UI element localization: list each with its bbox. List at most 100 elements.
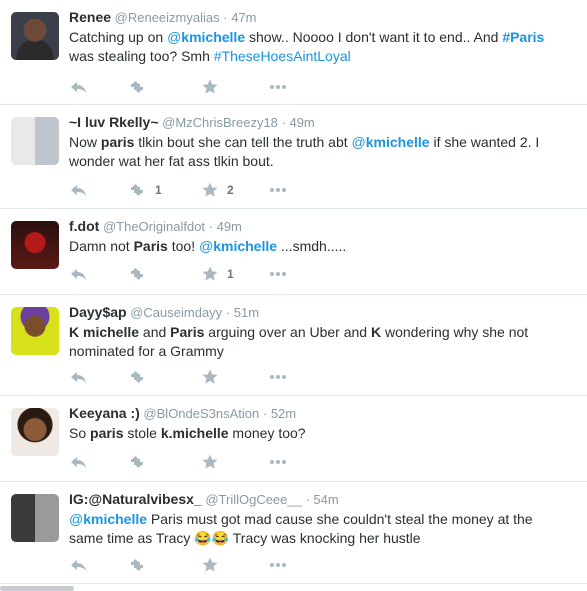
reply-icon: [71, 185, 86, 196]
favorite-button[interactable]: [201, 368, 227, 386]
mention-link[interactable]: @: [69, 511, 83, 527]
favorite-count: 2: [227, 183, 234, 197]
reply-icon: [71, 560, 86, 571]
text-segment: arguing over an Uber and: [204, 324, 371, 340]
reply-button[interactable]: [69, 78, 87, 96]
display-name[interactable]: f.dot: [69, 218, 99, 234]
retweet-button[interactable]: [127, 453, 155, 471]
tweet-header: Keeyana :) @BlOndeS3nsAtion · 52m: [69, 404, 567, 423]
search-term: k.michelle: [160, 425, 229, 441]
timestamp[interactable]: 47m: [231, 10, 256, 25]
separator-dot: ·: [277, 115, 290, 130]
retweet-button[interactable]: [127, 556, 155, 574]
tweet-text: So paris stole k.michelle money too?: [69, 424, 567, 443]
emoji-icon: 😂😂: [194, 530, 230, 546]
tweet-timeline: Renee @Reneeizmyalias · 47m Catching up o…: [0, 0, 587, 591]
more-icon: [270, 272, 286, 276]
more-button[interactable]: [269, 453, 287, 471]
display-name[interactable]: Renee: [69, 9, 111, 25]
more-button[interactable]: [269, 78, 287, 96]
separator-dot: ·: [219, 10, 232, 25]
avatar[interactable]: [11, 221, 59, 269]
favorite-button[interactable]: 2: [201, 181, 234, 199]
favorite-count: 1: [227, 267, 234, 281]
tweet-text: K michelle and Paris arguing over an Ube…: [69, 323, 567, 361]
mention-link[interactable]: @: [352, 134, 366, 150]
username[interactable]: @BlOndeS3nsAtion: [143, 406, 259, 421]
favorite-button[interactable]: [201, 78, 227, 96]
horizontal-scrollbar[interactable]: [0, 586, 74, 591]
star-icon: [202, 369, 218, 384]
star-icon: [202, 557, 218, 572]
more-icon: [270, 375, 286, 379]
hashtag-link[interactable]: #Paris: [502, 29, 544, 45]
separator-dot: ·: [301, 492, 314, 507]
timestamp[interactable]: 49m: [289, 115, 314, 130]
mention-link[interactable]: @: [199, 238, 213, 254]
retweet-icon: [131, 81, 143, 93]
tweet-content: Dayy$ap @Causeimdayy · 51m K michelle and…: [69, 303, 567, 361]
avatar[interactable]: [11, 117, 59, 165]
tweet-content: IG:@Naturalvibesx_ @TrillOgCeee__ · 54m @…: [69, 490, 567, 548]
avatar[interactable]: [11, 307, 59, 355]
retweet-button[interactable]: 1: [127, 181, 162, 199]
separator-dot: ·: [222, 305, 234, 320]
tweet[interactable]: ~I luv Rkelly~ @MzChrisBreezy18 · 49m Now…: [0, 105, 587, 209]
star-icon: [202, 79, 218, 94]
mention-link[interactable]: kmichelle: [213, 238, 277, 254]
separator-dot: ·: [205, 219, 217, 234]
mention-link[interactable]: @: [167, 29, 181, 45]
text-segment: tlkin bout she can tell the truth abt: [134, 134, 352, 150]
timestamp[interactable]: 52m: [271, 406, 296, 421]
retweet-button[interactable]: [127, 78, 155, 96]
more-icon: [270, 188, 286, 192]
favorite-button[interactable]: [201, 556, 227, 574]
mention-link[interactable]: kmichelle: [83, 511, 147, 527]
star-icon: [202, 182, 218, 197]
more-button[interactable]: [269, 556, 287, 574]
mention-link[interactable]: kmichelle: [181, 29, 245, 45]
display-name[interactable]: Keeyana :): [69, 405, 140, 421]
reply-button[interactable]: [69, 368, 87, 386]
timestamp[interactable]: 54m: [313, 492, 338, 507]
username[interactable]: @MzChrisBreezy18: [162, 115, 278, 130]
username[interactable]: @Causeimdayy: [130, 305, 222, 320]
avatar[interactable]: [11, 12, 59, 60]
retweet-button[interactable]: [127, 368, 155, 386]
avatar[interactable]: [11, 494, 59, 542]
favorite-button[interactable]: 1: [201, 265, 234, 283]
username[interactable]: @TrillOgCeee__: [205, 492, 302, 507]
tweet-header: Dayy$ap @Causeimdayy · 51m: [69, 303, 567, 322]
separator-dot: ·: [259, 406, 271, 421]
tweet[interactable]: Keeyana :) @BlOndeS3nsAtion · 52m So pari…: [0, 396, 587, 482]
tweet[interactable]: f.dot @TheOriginalfdot · 49m Damn not Par…: [0, 209, 587, 295]
reply-button[interactable]: [69, 181, 87, 199]
tweet[interactable]: IG:@Naturalvibesx_ @TrillOgCeee__ · 54m @…: [0, 482, 587, 584]
reply-button[interactable]: [69, 265, 87, 283]
username[interactable]: @TheOriginalfdot: [103, 219, 205, 234]
more-button[interactable]: [269, 181, 287, 199]
search-term: paris: [90, 425, 124, 441]
more-button[interactable]: [269, 368, 287, 386]
avatar[interactable]: [11, 408, 59, 456]
retweet-icon: [131, 559, 143, 571]
display-name[interactable]: Dayy$ap: [69, 304, 127, 320]
tweet-content: f.dot @TheOriginalfdot · 49m Damn not Par…: [69, 217, 567, 256]
mention-link[interactable]: kmichelle: [366, 134, 430, 150]
username[interactable]: @Reneeizmyalias: [115, 10, 220, 25]
display-name[interactable]: ~I luv Rkelly~: [69, 114, 159, 130]
reply-button[interactable]: [69, 556, 87, 574]
timestamp[interactable]: 51m: [234, 305, 259, 320]
text-segment: Catching up on: [69, 29, 168, 45]
timestamp[interactable]: 49m: [217, 219, 242, 234]
more-button[interactable]: [269, 265, 287, 283]
tweet[interactable]: Dayy$ap @Causeimdayy · 51m K michelle and…: [0, 295, 587, 396]
hashtag-link[interactable]: #TheseHoesAintLoyal: [214, 48, 351, 64]
tweet[interactable]: Renee @Reneeizmyalias · 47m Catching up o…: [0, 0, 587, 105]
retweet-button[interactable]: [127, 265, 155, 283]
text-segment: money too?: [228, 425, 306, 441]
display-name[interactable]: IG:@Naturalvibesx_: [69, 491, 202, 507]
favorite-button[interactable]: [201, 453, 227, 471]
tweet-text: Now paris tlkin bout she can tell the tr…: [69, 133, 567, 171]
reply-button[interactable]: [69, 453, 87, 471]
